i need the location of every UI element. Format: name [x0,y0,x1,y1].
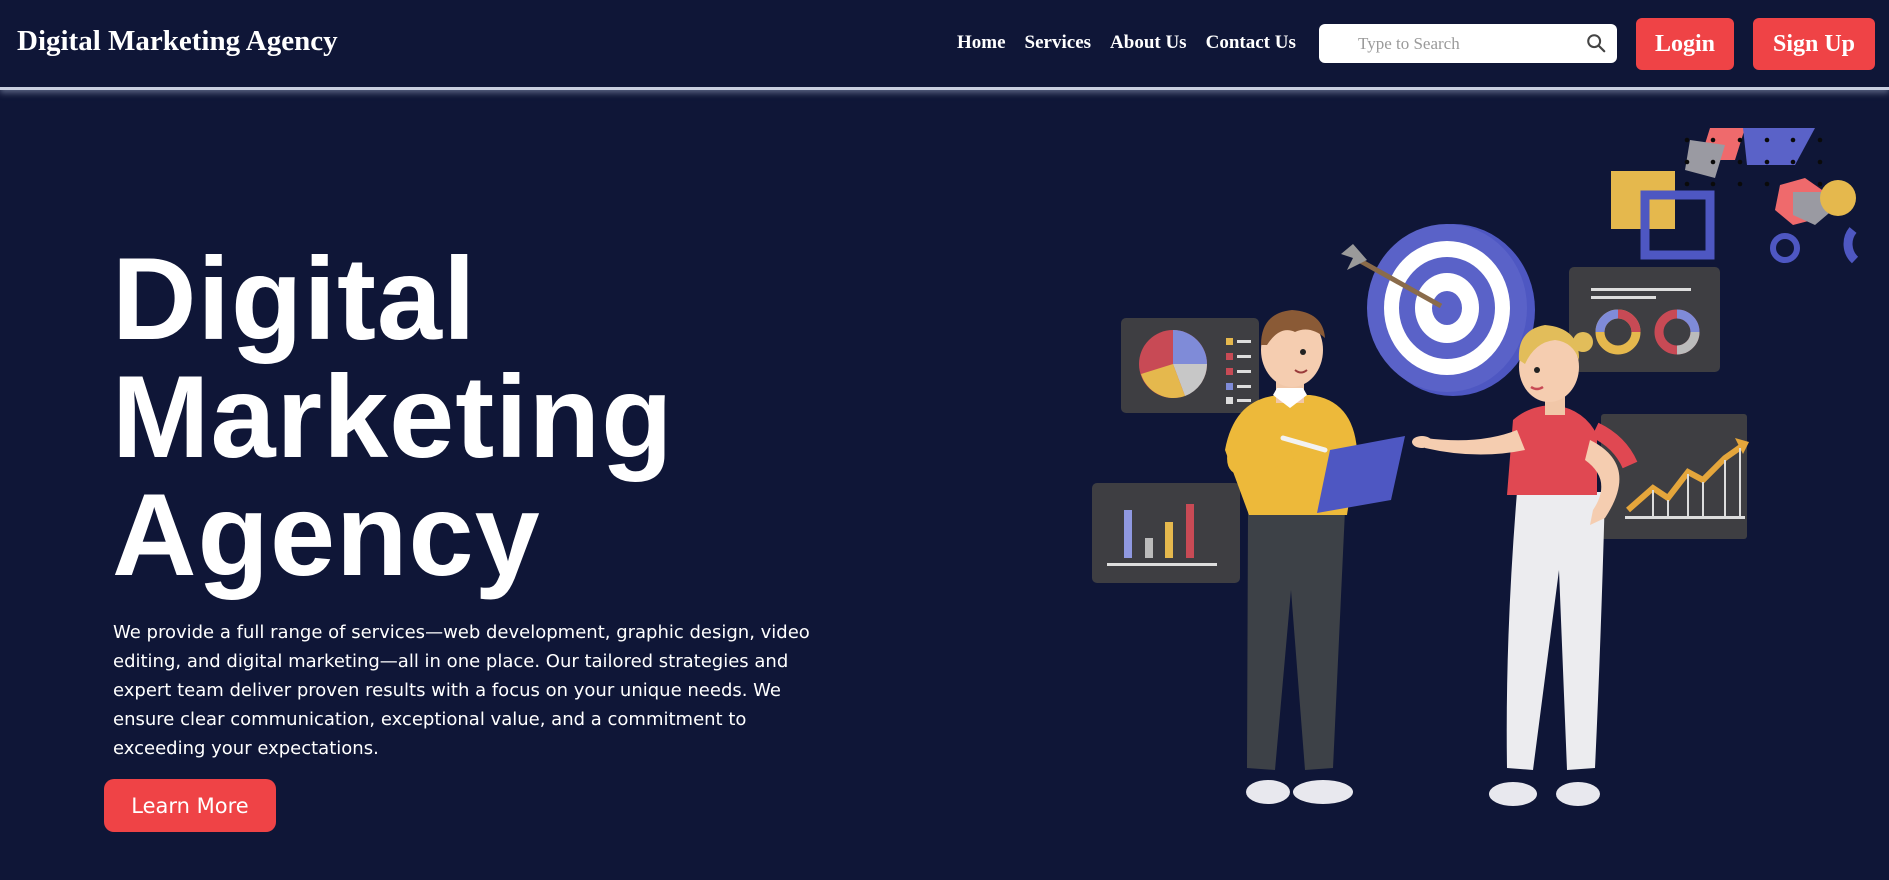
nav-services-link[interactable]: Services [1025,32,1091,54]
navbar: Digital Marketing Agency Home Services A… [0,0,1889,90]
brand-logo-text[interactable]: Digital Marketing Agency [17,25,338,58]
growth-chart-card [1601,414,1749,539]
search-input[interactable] [1319,24,1579,63]
hero-description: We provide a full range of services—web … [113,622,810,759]
nav-home-link[interactable]: Home [957,32,1006,54]
nav-contact-link[interactable]: Contact Us [1206,32,1296,54]
hero-title-line: Marketing [112,351,674,482]
learn-more-button[interactable]: Learn More [104,779,276,832]
main-nav: Home Services About Us Contact Us [957,32,1315,54]
hero-title: Digital Marketing Agency [112,240,674,594]
bar-chart-card [1092,483,1240,583]
hero-title-line: Agency [112,469,541,600]
nav-about-link[interactable]: About Us [1110,32,1187,54]
search-icon[interactable] [1585,32,1607,54]
search-box [1319,24,1617,63]
login-button[interactable]: Login [1636,18,1734,70]
hero-illustration [1092,128,1859,806]
woman-figure [1412,325,1638,806]
decorative-shapes [1611,128,1859,264]
pie-chart-card [1121,318,1259,413]
hero-title-line: Digital [112,233,477,364]
target-icon [1341,224,1535,396]
donut-chart-card [1569,267,1720,372]
signup-button[interactable]: Sign Up [1753,18,1875,70]
